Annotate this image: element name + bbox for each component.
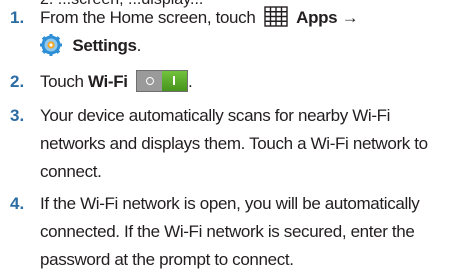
step-text: Your device automatically scans for near… — [40, 102, 466, 186]
settings-gear-icon — [40, 33, 62, 56]
step-number: 2. — [10, 72, 25, 91]
step-number: 4. — [10, 194, 25, 213]
step-period: . — [188, 72, 193, 91]
toggle-off-mark — [146, 76, 155, 85]
settings-label: Settings — [72, 36, 137, 55]
step-line: Settings. — [40, 32, 466, 60]
step-text: From the Home screen, touch Apps → Setti… — [40, 4, 466, 60]
arrow-glyph: → — [341, 8, 359, 27]
apps-label: Apps — [296, 8, 338, 27]
step-line: password at the prompt to connect. — [40, 250, 294, 269]
step-text: If the Wi-Fi network is open, you will b… — [40, 190, 466, 274]
step-line: connect. — [40, 162, 102, 181]
wifi-toggle-icon — [136, 69, 189, 92]
wifi-label: Wi-Fi — [88, 72, 128, 91]
step-text-segment: Touch — [40, 72, 84, 91]
step-text: Touch Wi-Fi . — [40, 68, 466, 96]
step-text-segment: From the Home screen, touch — [40, 8, 256, 27]
step-number: 1. — [10, 8, 25, 27]
toggle-on-mark — [173, 75, 176, 85]
step-period: . — [136, 36, 142, 55]
step-line: Your device automatically scans for near… — [40, 106, 391, 125]
apps-grid-icon — [264, 6, 288, 27]
toggle-on-segment — [162, 70, 188, 91]
toggle-off-segment — [137, 70, 165, 91]
step-line: Touch Wi-Fi . — [40, 68, 466, 96]
step-line: From the Home screen, touch Apps → — [40, 4, 466, 32]
step-number: 3. — [10, 106, 25, 125]
step-line: networks and displays them. Touch a Wi-F… — [40, 134, 428, 153]
step-line: connected. If the Wi-Fi network is secur… — [40, 222, 415, 241]
step-line: If the Wi-Fi network is open, you will b… — [40, 194, 420, 213]
